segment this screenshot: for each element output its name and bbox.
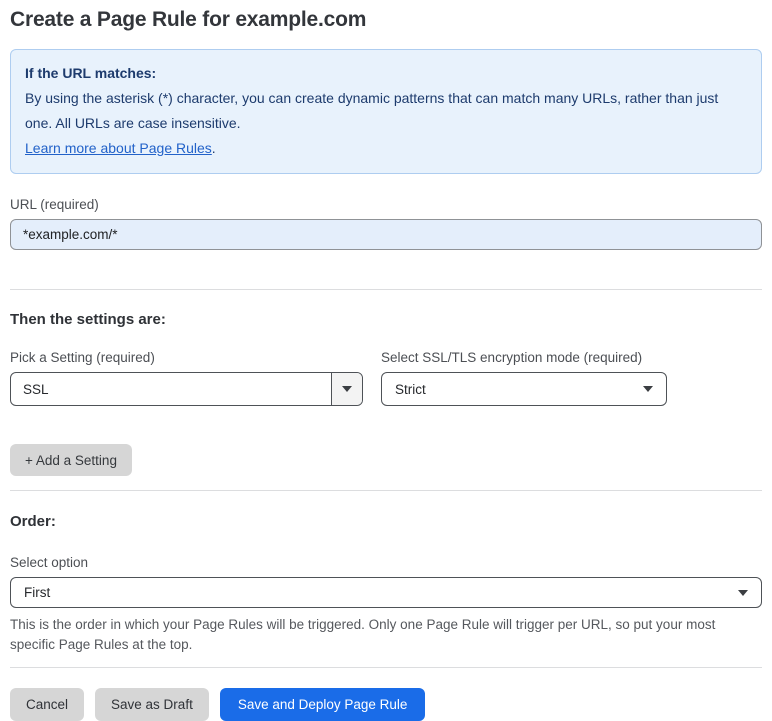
order-help-text: This is the order in which your Page Rul… (10, 617, 716, 652)
add-setting-button[interactable]: + Add a Setting (10, 444, 132, 476)
ssl-mode-group: Select SSL/TLS encryption mode (required… (381, 350, 667, 406)
order-section-heading: Order: (10, 513, 56, 530)
url-label: URL (required) (10, 197, 99, 212)
setting-picker-label: Pick a Setting (required) (10, 350, 155, 365)
cancel-button[interactable]: Cancel (10, 688, 85, 721)
settings-section-heading: Then the settings are: (10, 311, 166, 328)
save-draft-button[interactable]: Save as Draft (95, 688, 209, 721)
info-box-body: By using the asterisk (*) character, you… (25, 90, 719, 131)
order-select-label: Select option (10, 555, 89, 570)
page-rule-form: Create a Page Rule for example.com If th… (0, 0, 772, 721)
chevron-down-icon (738, 589, 748, 596)
settings-row: Pick a Setting (required) SSL Select SSL… (10, 350, 762, 406)
setting-picker-value: SSL (23, 381, 49, 397)
page-title: Create a Page Rule for example.com (10, 8, 367, 31)
order-select[interactable]: First (10, 577, 762, 608)
url-input[interactable] (10, 219, 762, 250)
footer-actions: Cancel Save as Draft Save and Deploy Pag… (10, 688, 762, 721)
setting-picker-group: Pick a Setting (required) SSL (10, 350, 363, 406)
link-suffix: . (211, 140, 216, 156)
ssl-mode-select[interactable]: Strict (381, 372, 667, 406)
learn-more-link[interactable]: Learn more about Page Rules (25, 140, 212, 156)
divider (10, 667, 762, 668)
setting-picker-arrow-button[interactable] (331, 373, 362, 405)
chevron-down-icon (643, 386, 653, 392)
setting-picker-select[interactable]: SSL (10, 372, 363, 406)
ssl-mode-label: Select SSL/TLS encryption mode (required… (381, 350, 643, 365)
info-box-heading: If the URL matches: (25, 65, 157, 81)
save-deploy-button[interactable]: Save and Deploy Page Rule (219, 688, 426, 721)
url-match-info-box: If the URL matches: By using the asteris… (10, 49, 762, 174)
info-box-link-line: Learn more about Page Rules. (25, 136, 747, 161)
chevron-down-icon (342, 386, 352, 392)
ssl-mode-value: Strict (395, 381, 426, 397)
order-select-value: First (24, 585, 51, 600)
